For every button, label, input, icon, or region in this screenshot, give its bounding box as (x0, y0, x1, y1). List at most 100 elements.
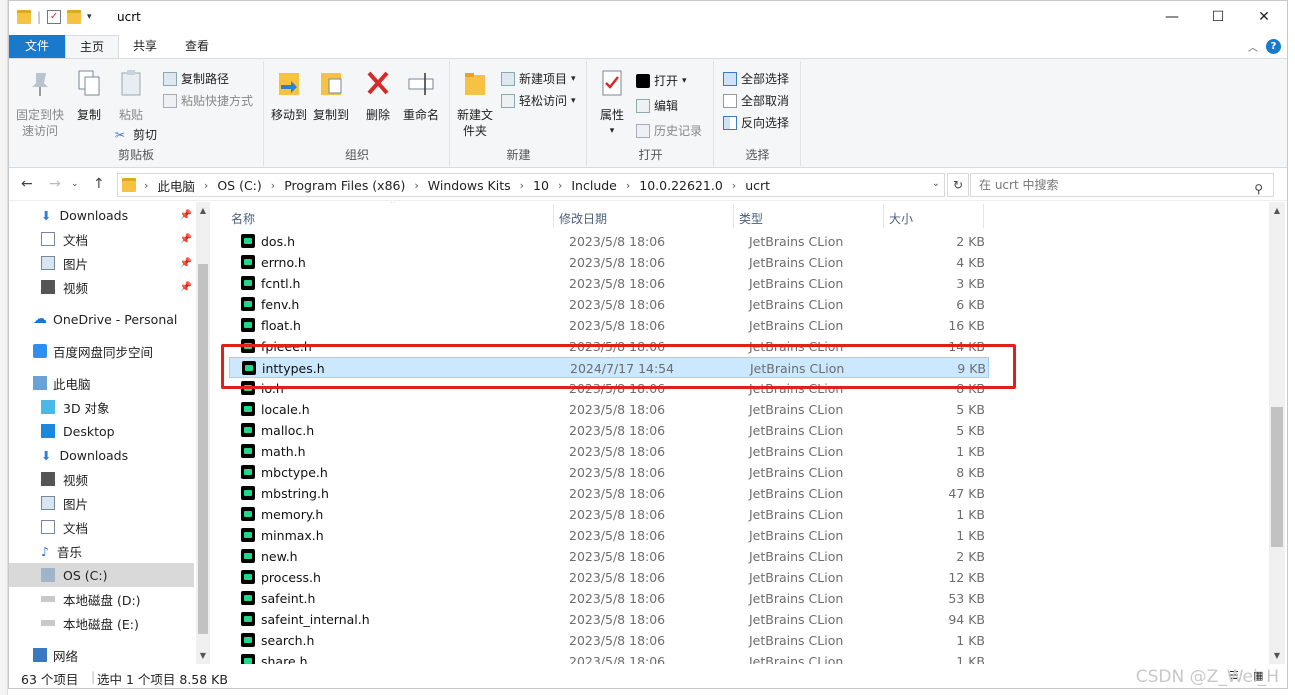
paste-shortcut-button[interactable]: 粘贴快捷方式 (163, 92, 253, 109)
tab-view[interactable]: 查看 (171, 35, 223, 58)
nav-item-d-drive[interactable]: 本地磁盘 (D:) (9, 587, 194, 611)
tab-share[interactable]: 共享 (119, 35, 171, 58)
scroll-up-icon[interactable]: ▲ (1269, 206, 1285, 215)
nav-item-videos-quick[interactable]: 视频 📌 (9, 275, 194, 299)
nav-item-downloads-quick[interactable]: ⬇ Downloads 📌 (9, 203, 194, 227)
open-button[interactable]: 打开 ▾ (636, 72, 687, 89)
new-folder-icon[interactable] (67, 10, 82, 24)
select-none-button[interactable]: 全部取消 (723, 92, 789, 109)
file-row[interactable]: fenv.h 2023/5/8 18:06 JetBrains CLion 6 KB (229, 294, 989, 315)
address-bar[interactable]: › 此电脑 › OS (C:) › Program Files (x86) › Win… (117, 173, 945, 197)
maximize-button[interactable]: ☐ (1195, 1, 1241, 33)
nav-item-pictures[interactable]: 图片 (9, 491, 194, 515)
file-row[interactable]: mbstring.h 2023/5/8 18:06 JetBrains CLion 4… (229, 483, 989, 504)
move-to-button[interactable]: 移动到 (269, 69, 309, 123)
tab-home[interactable]: 主页 (65, 35, 120, 58)
up-arrow-icon[interactable]: ↑ (93, 176, 105, 192)
help-icon[interactable]: ? (1266, 39, 1281, 54)
delete-button[interactable]: 删除 (363, 69, 393, 123)
breadcrumb-this-pc[interactable]: 此电脑 (157, 176, 195, 195)
refresh-icon[interactable]: ↻ (947, 173, 969, 197)
new-item-button[interactable]: 新建项目 ▾ (501, 70, 576, 87)
back-arrow-icon[interactable]: ← (21, 176, 33, 192)
column-date[interactable]: 修改日期 (559, 210, 607, 227)
pin-icon[interactable]: 📌 (180, 234, 192, 245)
properties-button[interactable]: 属性 ▾ (594, 69, 630, 139)
nav-item-documents-quick[interactable]: 文档 📌 (9, 227, 194, 251)
breadcrumb-windows-kits[interactable]: Windows Kits (428, 178, 511, 193)
nav-item-c-drive[interactable]: OS (C:) (9, 563, 194, 587)
file-row[interactable]: new.h 2023/5/8 18:06 JetBrains CLion 2 KB (229, 546, 989, 567)
history-button[interactable]: 历史记录 (636, 122, 702, 139)
file-row[interactable]: search.h 2023/5/8 18:06 JetBrains CLion 1 K… (229, 630, 989, 651)
easy-access-button[interactable]: 轻松访问 ▾ (501, 92, 576, 109)
forward-arrow-icon[interactable]: → (49, 176, 61, 192)
copy-path-button[interactable]: 复制路径 (163, 70, 229, 87)
nav-item-onedrive[interactable]: ☁ OneDrive - Personal (9, 307, 194, 331)
copy-button[interactable]: 复制 (71, 69, 107, 123)
pin-icon[interactable]: 📌 (180, 282, 192, 293)
column-type[interactable]: 类型 (739, 210, 763, 227)
nav-item-3d-objects[interactable]: 3D 对象 (9, 395, 194, 419)
nav-scrollbar[interactable]: ▲ ▼ (196, 202, 210, 664)
breadcrumb-c-drive[interactable]: OS (C:) (217, 178, 261, 193)
scroll-down-icon[interactable]: ▼ (1269, 651, 1285, 660)
file-row[interactable]: minmax.h 2023/5/8 18:06 JetBrains CLion 1 K… (229, 525, 989, 546)
file-row[interactable]: errno.h 2023/5/8 18:06 JetBrains CLion 4 KB (229, 252, 989, 273)
invert-selection-button[interactable]: 反向选择 (723, 114, 789, 131)
file-row[interactable]: dos.h 2023/5/8 18:06 JetBrains CLion 2 KB (229, 231, 989, 252)
properties-icon[interactable]: ✓ (47, 10, 62, 24)
file-row[interactable]: mbctype.h 2023/5/8 18:06 JetBrains CLion 8 … (229, 462, 989, 483)
file-list-scrollbar[interactable]: ▲ ▼ (1269, 202, 1285, 664)
collapse-ribbon-icon[interactable]: ︿ (1248, 39, 1258, 54)
breadcrumb-version[interactable]: 10.0.22621.0 (639, 178, 723, 193)
nav-item-this-pc[interactable]: 此电脑 (9, 371, 194, 395)
file-row[interactable]: safeint.h 2023/5/8 18:06 JetBrains CLion 53… (229, 588, 989, 609)
nav-item-pictures-quick[interactable]: 图片 📌 (9, 251, 194, 275)
file-row[interactable]: process.h 2023/5/8 18:06 JetBrains CLion 12… (229, 567, 989, 588)
scroll-up-icon[interactable]: ▲ (196, 206, 210, 215)
pin-icon[interactable]: 📌 (180, 258, 192, 269)
column-divider[interactable] (883, 204, 884, 228)
file-row[interactable]: math.h 2023/5/8 18:06 JetBrains CLion 1 KB (229, 441, 989, 462)
nav-item-desktop[interactable]: Desktop (9, 419, 194, 443)
nav-item-documents[interactable]: 文档 (9, 515, 194, 539)
file-row[interactable]: share.h 2023/5/8 18:06 JetBrains CLion 1 KB (229, 651, 989, 664)
nav-item-network[interactable]: 网络 (9, 643, 194, 667)
file-row[interactable]: fcntl.h 2023/5/8 18:06 JetBrains CLion 3 KB (229, 273, 989, 294)
scroll-down-icon[interactable]: ▼ (196, 651, 210, 660)
paste-button[interactable]: 粘贴 (113, 69, 149, 123)
column-name[interactable]: 名称 (231, 210, 255, 227)
breadcrumb-ucrt[interactable]: ucrt (745, 178, 770, 193)
file-row[interactable]: float.h 2023/5/8 18:06 JetBrains CLion 16 K… (229, 315, 989, 336)
copy-to-button[interactable]: 复制到 (311, 69, 351, 123)
nav-item-downloads[interactable]: ⬇ Downloads (9, 443, 194, 467)
close-button[interactable]: ✕ (1241, 1, 1287, 33)
column-size[interactable]: 大小 (889, 210, 913, 227)
nav-item-music[interactable]: ♪ 音乐 (9, 539, 194, 563)
file-list-scroll-thumb[interactable] (1271, 407, 1283, 547)
file-row[interactable]: memory.h 2023/5/8 18:06 JetBrains CLion 1 K… (229, 504, 989, 525)
breadcrumb-include[interactable]: Include (571, 178, 617, 193)
search-input[interactable]: 在 ucrt 中搜索 ⚲ (970, 173, 1274, 197)
breadcrumb-program-files[interactable]: Program Files (x86) (284, 178, 405, 193)
file-row[interactable]: malloc.h 2023/5/8 18:06 JetBrains CLion 5 K… (229, 420, 989, 441)
column-divider[interactable] (553, 204, 554, 228)
address-dropdown-icon[interactable]: ⌄ (932, 178, 940, 189)
select-all-button[interactable]: 全部选择 (723, 70, 789, 87)
pin-quick-access-button[interactable]: 固定到快速访问 (15, 69, 65, 139)
edit-button[interactable]: 编辑 (636, 97, 678, 114)
breadcrumb-10[interactable]: 10 (533, 178, 549, 193)
nav-scroll-thumb[interactable] (198, 264, 208, 634)
file-row[interactable]: locale.h 2023/5/8 18:06 JetBrains CLion 5 K… (229, 399, 989, 420)
column-divider[interactable] (733, 204, 734, 228)
minimize-button[interactable]: — (1149, 1, 1195, 33)
recent-chevron-icon[interactable]: ⌄ (71, 179, 79, 189)
customize-toolbar-icon[interactable]: ▾ (87, 12, 92, 22)
rename-button[interactable]: 重命名 (399, 69, 443, 123)
new-folder-button[interactable]: 新建文件夹 (455, 69, 495, 139)
nav-item-videos[interactable]: 视频 (9, 467, 194, 491)
cut-button[interactable]: ✂ 剪切 (115, 126, 157, 143)
file-row[interactable]: safeint_internal.h 2023/5/8 18:06 JetBrain… (229, 609, 989, 630)
pin-icon[interactable]: 📌 (180, 210, 192, 221)
